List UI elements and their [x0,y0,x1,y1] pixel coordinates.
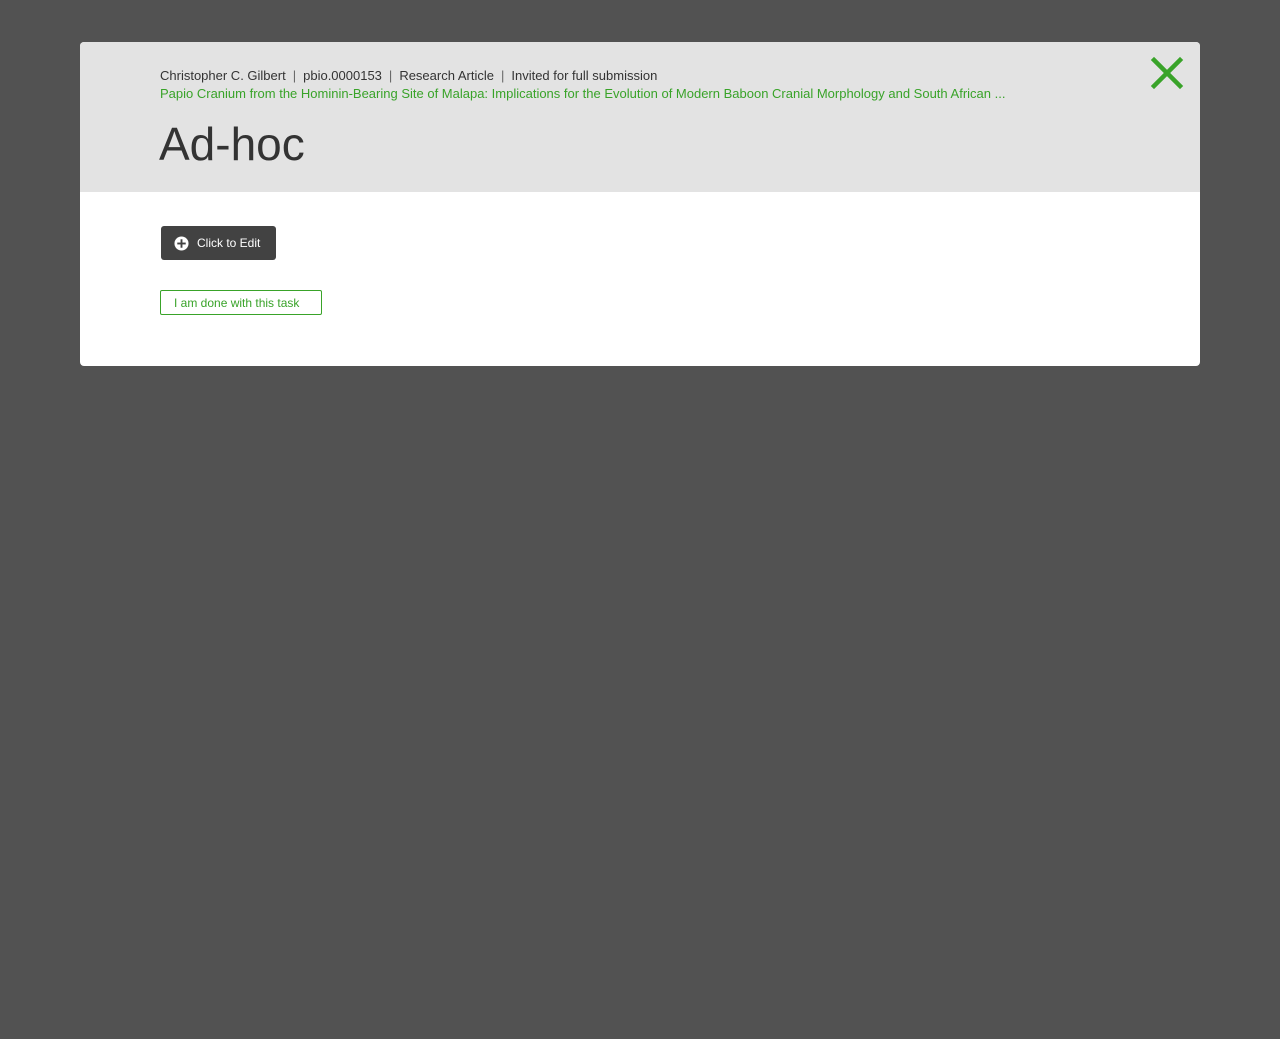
author-name: Christopher C. Gilbert [160,68,286,83]
task-done-button[interactable]: I am done with this task [160,290,322,315]
meta-separator: | [388,68,393,83]
edit-button-label: Click to Edit [197,236,261,250]
paper-title-link[interactable]: Papio Cranium from the Hominin-Bearing S… [160,86,1005,101]
click-to-edit-button[interactable]: Click to Edit [161,226,276,260]
manuscript-status: Invited for full submission [511,68,658,83]
article-type: Research Article [399,68,494,83]
meta-separator: | [500,68,505,83]
close-button[interactable] [1150,56,1184,90]
manuscript-meta: Christopher C. Gilbert | pbio.0000153 | Rese… [160,68,657,83]
task-title: Ad-hoc [159,118,305,170]
manuscript-id: pbio.0000153 [303,68,382,83]
plus-circle-icon [174,235,189,251]
close-icon [1150,56,1184,90]
modal-header: Christopher C. Gilbert | pbio.0000153 | Rese… [80,42,1200,192]
meta-separator: | [292,68,297,83]
modal-overlay[interactable]: Christopher C. Gilbert | pbio.0000153 | Rese… [0,0,1280,1039]
task-modal: Christopher C. Gilbert | pbio.0000153 | Rese… [80,42,1200,366]
